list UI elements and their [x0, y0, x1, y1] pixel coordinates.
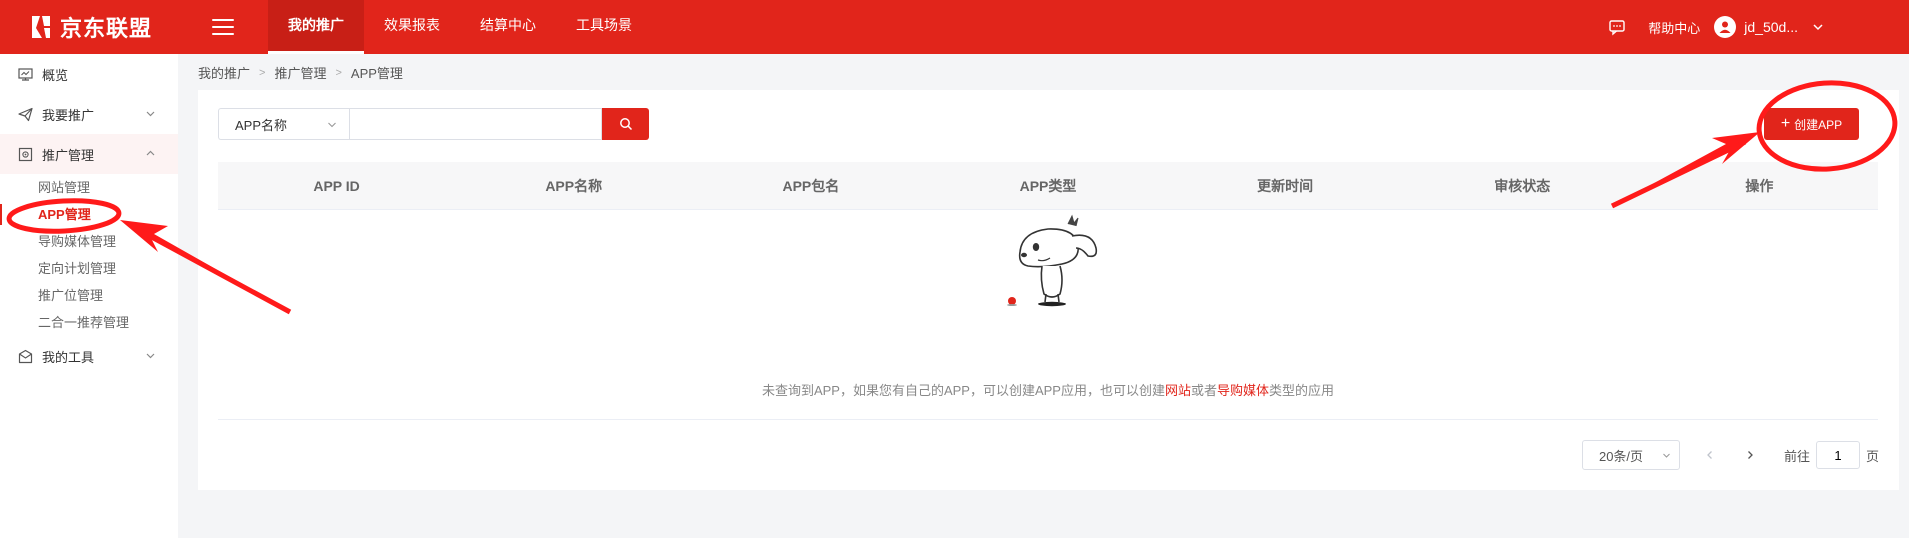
- empty-state: 未查询到APP，如果您有自己的APP，可以创建APP应用，也可以创建网站或者导购…: [218, 210, 1878, 420]
- goto-page: 前往 页: [1784, 441, 1879, 469]
- chevron-down-icon: [146, 353, 155, 359]
- chevron-down-icon: [146, 111, 155, 117]
- top-navbar: 京东联盟 我的推广 效果报表 结算中心 工具场景 帮助中心 jd_50d...: [0, 0, 1909, 54]
- main-nav: 我的推广 效果报表 结算中心 工具场景: [268, 0, 652, 54]
- search-button[interactable]: [602, 108, 649, 140]
- jd-logo-icon: [32, 16, 50, 38]
- monitor-icon: [18, 67, 33, 81]
- jd-dog-mascot-icon: [1007, 214, 1098, 307]
- sidebar-item-tools[interactable]: 我的工具: [0, 336, 178, 376]
- sidebar-item-website-manage[interactable]: 网站管理: [0, 174, 178, 201]
- pagination: 20条/页 前往 页: [1581, 440, 1879, 470]
- breadcrumb-current: APP管理: [350, 66, 403, 81]
- column-header: APP包名: [782, 177, 840, 194]
- chevron-right-icon: >: [335, 66, 342, 79]
- nav-tools[interactable]: 工具场景: [556, 0, 652, 54]
- username[interactable]: jd_50d...: [1744, 19, 1798, 35]
- chevron-down-icon: [1663, 453, 1670, 458]
- chevron-down-icon[interactable]: [1812, 21, 1824, 33]
- goto-prefix: 前往: [1783, 448, 1810, 464]
- paper-plane-icon: [18, 107, 33, 121]
- create-app-button[interactable]: + 创建APP: [1764, 108, 1859, 140]
- sidebar-item-promote[interactable]: 我要推广: [0, 94, 178, 134]
- goto-page-input[interactable]: [1815, 441, 1860, 469]
- nav-my-promotion[interactable]: 我的推广: [268, 0, 364, 54]
- goto-suffix: 页: [1865, 448, 1879, 464]
- sidebar-label-promote: 我要推广: [42, 107, 95, 123]
- search-field-label: APP名称: [235, 117, 288, 133]
- breadcrumb-item[interactable]: 推广管理: [274, 63, 326, 82]
- column-header: 更新时间: [1257, 177, 1314, 194]
- create-website-link[interactable]: 网站: [1165, 383, 1191, 398]
- search-icon: [619, 118, 632, 131]
- toolbox-icon: [18, 349, 33, 363]
- create-app-label: 创建APP: [1794, 117, 1843, 132]
- breadcrumb: 我的推广 > 推广管理 > APP管理: [198, 63, 403, 82]
- app-table: APP ID APP名称 APP包名 APP类型 更新时间 审核状态 操作 未查…: [218, 162, 1878, 420]
- message-icon[interactable]: [1608, 18, 1626, 36]
- menu-icon[interactable]: [212, 19, 234, 35]
- column-header: 审核状态: [1494, 177, 1551, 194]
- sidebar-item-media-manage[interactable]: 导购媒体管理: [0, 228, 178, 255]
- chevron-left-icon: [1707, 451, 1712, 459]
- plus-icon: +: [1780, 115, 1791, 132]
- chevron-right-icon: >: [259, 66, 266, 79]
- sidebar: 概览 我要推广 推广管理 网站管理 APP管理 导购媒体管理 定向计划管理 推广…: [0, 54, 178, 538]
- chevron-right-icon: [1748, 451, 1753, 459]
- chevron-down-icon: [328, 122, 336, 128]
- breadcrumb-item[interactable]: 我的推广: [198, 63, 250, 82]
- prev-page-button[interactable]: [1690, 440, 1730, 470]
- manage-icon: [18, 147, 33, 161]
- empty-text-part: 或者: [1191, 383, 1218, 398]
- sidebar-item-overview[interactable]: 概览: [0, 54, 178, 94]
- user-icon[interactable]: [1714, 16, 1737, 38]
- column-header: APP ID: [313, 177, 360, 194]
- sidebar-label-manage: 推广管理: [42, 147, 95, 163]
- nav-settlement[interactable]: 结算中心: [460, 0, 556, 54]
- column-header: APP名称: [545, 177, 603, 194]
- sidebar-item-position-manage[interactable]: 推广位管理: [0, 282, 178, 309]
- sidebar-label-tools: 我的工具: [42, 349, 95, 365]
- sidebar-item-app-manage[interactable]: APP管理: [0, 201, 178, 228]
- search-field-select[interactable]: APP名称: [218, 108, 349, 140]
- main-card: APP名称 + 创建APP APP ID APP名称 APP包名 APP类型 更…: [198, 90, 1899, 490]
- search-bar: APP名称: [218, 108, 649, 140]
- user-area: 帮助中心 jd_50d...: [1608, 0, 1824, 54]
- nav-reports[interactable]: 效果报表: [364, 0, 460, 54]
- empty-state-text: 未查询到APP，如果您有自己的APP，可以创建APP应用，也可以创建网站或者导购…: [218, 380, 1878, 399]
- sidebar-item-recommend-manage[interactable]: 二合一推荐管理: [0, 309, 178, 336]
- logo-text: 京东联盟: [60, 16, 153, 41]
- page-size-select[interactable]: 20条/页: [1581, 440, 1680, 470]
- empty-text-part: 未查询到APP，如果您有自己的APP，可以创建APP应用，也可以创建: [761, 383, 1165, 398]
- column-header: APP类型: [1019, 177, 1077, 194]
- empty-text-part: 类型的应用: [1269, 383, 1335, 398]
- help-center-link[interactable]: 帮助中心: [1648, 18, 1700, 37]
- page-size-label: 20条/页: [1598, 448, 1644, 464]
- sidebar-item-plan-manage[interactable]: 定向计划管理: [0, 255, 178, 282]
- column-header: 操作: [1745, 177, 1774, 194]
- next-page-button[interactable]: [1730, 440, 1770, 470]
- sidebar-item-manage[interactable]: 推广管理: [0, 134, 178, 174]
- chevron-up-icon: [146, 150, 155, 156]
- jd-union-logo[interactable]: 京东联盟: [26, 11, 186, 43]
- search-input[interactable]: [349, 108, 602, 140]
- table-header: APP ID APP名称 APP包名 APP类型 更新时间 审核状态 操作: [218, 162, 1878, 210]
- create-media-link[interactable]: 导购媒体: [1217, 383, 1269, 398]
- sidebar-label-overview: 概览: [42, 67, 69, 83]
